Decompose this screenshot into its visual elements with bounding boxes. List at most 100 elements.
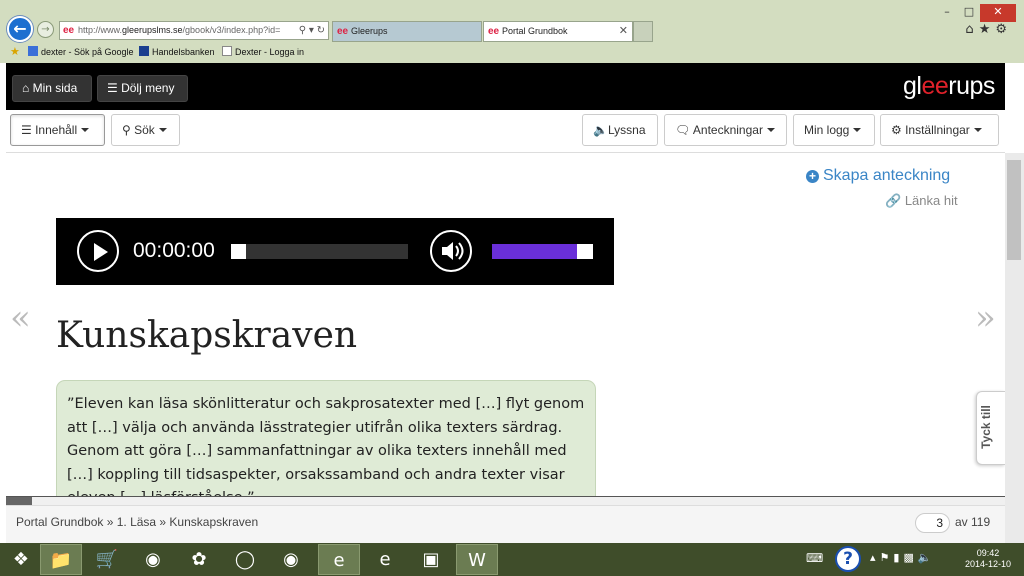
logo-part: ee: [921, 72, 949, 100]
url-path: /gbook/v3/index.php?id=: [182, 25, 281, 35]
image-viewer-icon[interactable]: ▣: [410, 544, 452, 575]
sok-label: Sök: [134, 123, 155, 137]
network-icon[interactable]: ▩: [903, 551, 917, 564]
tab-favicon-icon: ee: [488, 26, 500, 37]
windows-start-icon[interactable]: ❖: [0, 544, 42, 575]
window-controls: – □ ✕: [936, 0, 1016, 22]
firefox-icon[interactable]: ◉: [270, 544, 312, 575]
tray-icons: ▴⚑▮▩🔈: [870, 551, 936, 564]
dolj-meny-label: Dölj meny: [121, 81, 175, 95]
tab-label: Portal Grundbok: [502, 26, 568, 36]
page-title: Kunskapskraven: [56, 315, 358, 356]
caret-down-icon: [973, 128, 982, 132]
gear-icon: ⚙: [891, 123, 906, 137]
system-tray: ⌨: [806, 551, 827, 565]
list-icon: ☰: [21, 123, 36, 137]
favorite-dexter[interactable]: Dexter - Logga in: [222, 43, 304, 61]
min-logg-label: Min logg: [804, 123, 850, 137]
url-domain: gleerupslms.se: [122, 25, 183, 35]
address-bar[interactable]: ee http://www.gleerupslms.se/gbook/v3/in…: [59, 21, 329, 40]
tyck-till-label: Tyck till: [978, 405, 993, 449]
search-refresh-icon[interactable]: ⚲ ▾ ↻: [299, 22, 325, 39]
page-total: av 119: [955, 515, 991, 529]
quote-box: ”Eleven kan läsa skönlitteratur och sakp…: [56, 380, 596, 497]
flag-icon[interactable]: ⚑: [880, 551, 894, 564]
previous-page-icon[interactable]: «: [10, 298, 31, 338]
home-icon: ⌂: [22, 81, 33, 95]
lyssna-label: Lyssna: [607, 123, 646, 137]
photo-app-icon[interactable]: ✿: [178, 544, 220, 575]
page-number-input[interactable]: 3: [915, 513, 950, 533]
maximize-icon[interactable]: □: [958, 4, 980, 22]
file-explorer-icon[interactable]: 📁: [40, 544, 82, 575]
caret-down-icon: [158, 128, 167, 132]
internet-explorer-2-icon[interactable]: e: [364, 544, 406, 575]
help-icon[interactable]: ?: [835, 546, 861, 572]
power-icon[interactable]: ▮: [893, 551, 903, 564]
back-arrow-icon[interactable]: ←: [7, 16, 33, 42]
forward-arrow-icon[interactable]: →: [37, 21, 54, 38]
home-icon[interactable]: ⌂: [965, 22, 978, 37]
caret-down-icon: [853, 128, 862, 132]
min-sida-button[interactable]: ⌂ Min sida: [12, 75, 92, 102]
minimize-icon[interactable]: –: [936, 4, 958, 22]
logo-part: gl: [903, 72, 922, 100]
close-window-icon[interactable]: ✕: [980, 4, 1016, 22]
logo-part: rups: [948, 72, 995, 100]
chevron-up-icon[interactable]: ▴: [870, 551, 880, 564]
anteckningar-dropdown[interactable]: 🗨 Anteckningar: [664, 114, 787, 146]
breadcrumb[interactable]: Portal Grundbok » 1. Läsa » Kunskapskrav…: [16, 515, 258, 529]
min-logg-dropdown[interactable]: Min logg: [793, 114, 875, 146]
browser-tools: ⌂★⚙: [965, 22, 1012, 37]
anteckningar-label: Anteckningar: [692, 123, 763, 137]
bank-icon: [139, 46, 149, 56]
page-icon: [222, 46, 232, 56]
gleerups-logo[interactable]: gleerups: [903, 72, 995, 101]
tab-label: Gleerups: [351, 26, 388, 36]
menu-icon: ☰: [107, 81, 122, 95]
hp-icon[interactable]: ◯: [224, 544, 266, 575]
site-favicon-icon: ee: [63, 25, 75, 36]
speaker-icon: 🔈: [593, 123, 608, 137]
close-tab-icon[interactable]: ✕: [619, 22, 628, 41]
caret-down-icon: [766, 128, 775, 132]
store-icon[interactable]: 🛒: [86, 544, 128, 575]
favorites-star-icon[interactable]: ★: [10, 43, 20, 61]
tab-portal-grundbok[interactable]: ee Portal Grundbok ✕: [483, 21, 633, 42]
next-page-icon[interactable]: »: [975, 298, 996, 338]
volume-tray-icon[interactable]: 🔈: [918, 551, 936, 564]
word-icon[interactable]: W: [456, 544, 498, 575]
dolj-meny-button[interactable]: ☰ Dölj meny: [97, 75, 188, 102]
clock-time: 09:42: [976, 548, 1000, 558]
comment-icon: 🗨: [675, 123, 693, 137]
url-prefix: http://www.: [78, 25, 123, 35]
star-icon[interactable]: ★: [979, 22, 996, 37]
google-icon: [28, 46, 38, 56]
tyck-till-button[interactable]: Tyck till: [976, 391, 1005, 465]
lyssna-button[interactable]: 🔈Lyssna: [582, 114, 658, 146]
favorite-handelsbanken[interactable]: Handelsbanken: [139, 43, 215, 61]
favorites-bar: ★ dexter - Sök på Google Handelsbanken D…: [0, 43, 1024, 63]
tab-favicon-icon: ee: [337, 26, 349, 37]
favorite-google[interactable]: dexter - Sök på Google: [28, 43, 134, 61]
installningar-dropdown[interactable]: ⚙ Inställningar: [880, 114, 999, 146]
horizontal-scrollbar[interactable]: [6, 496, 1005, 505]
new-tab-button[interactable]: [633, 21, 653, 42]
keyboard-icon[interactable]: ⌨: [806, 551, 827, 565]
caret-down-icon: [81, 128, 90, 132]
tab-gleerups[interactable]: ee Gleerups: [332, 21, 482, 42]
search-icon: ⚲: [122, 123, 135, 137]
sok-dropdown[interactable]: ⚲ Sök: [111, 114, 180, 146]
installningar-label: Inställningar: [905, 123, 970, 137]
taskbar-clock[interactable]: 09:42 2014-12-10: [964, 548, 1012, 570]
horizontal-scroll-thumb[interactable]: [6, 497, 32, 505]
innehall-label: Innehåll: [35, 123, 78, 137]
min-sida-label: Min sida: [32, 81, 78, 95]
quote-text: ”Eleven kan läsa skönlitteratur och sakp…: [67, 396, 585, 497]
gear-icon[interactable]: ⚙: [995, 22, 1012, 37]
clock-date: 2014-12-10: [964, 559, 1012, 569]
media-app-icon[interactable]: ◉: [132, 544, 174, 575]
innehall-dropdown[interactable]: ☰ Innehåll: [10, 114, 105, 146]
internet-explorer-icon[interactable]: e: [318, 544, 360, 575]
vertical-scroll-thumb[interactable]: [1007, 160, 1021, 260]
